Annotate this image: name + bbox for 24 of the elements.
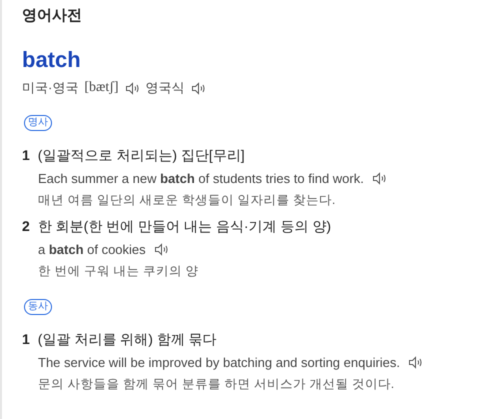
sense-meaning: (일괄 처리를 위해) 함께 묶다 (38, 330, 217, 349)
pronunciation-label: 미국·영국 (22, 79, 78, 97)
speaker-icon[interactable] (408, 356, 424, 369)
speaker-icon[interactable] (372, 172, 387, 185)
example-translation: 한 번에 구워 내는 쿠키의 양 (38, 263, 200, 280)
example-translation: 문의 사항들을 함께 묶어 분류를 하면 서비스가 개선될 것이다. (38, 376, 396, 393)
dictionary-title: 영어사전 (22, 6, 83, 25)
pronunciation-label: 영국식 (146, 79, 185, 97)
sense-meaning: 한 회분(한 번에 만들어 내는 음식·기계 등의 양) (38, 217, 332, 236)
sense-meaning: (일괄적으로 처리되는) 집단[무리] (38, 146, 245, 165)
sense-number: 1 (22, 146, 30, 165)
part-of-speech-badge: 동사 (24, 299, 52, 315)
headword: batch (22, 47, 82, 73)
phonetic-text: [bætʃ] (84, 80, 119, 96)
speaker-icon[interactable] (154, 243, 169, 256)
example-translation: 매년 여름 일단의 새로운 학생들이 일자리를 찾는다. (38, 192, 336, 209)
example-sentence: a batch of cookies (38, 241, 146, 259)
example-sentence: The service will be improved by batching and sorting enquiries. (38, 354, 400, 372)
speaker-icon[interactable] (124, 82, 140, 94)
part-of-speech-badge: 명사 (24, 115, 52, 131)
example-sentence: Each summer a new batch of students tries to find work. (38, 170, 364, 188)
sense-number: 2 (22, 217, 30, 236)
sense-number: 1 (22, 330, 30, 349)
speaker-icon[interactable] (190, 82, 206, 94)
